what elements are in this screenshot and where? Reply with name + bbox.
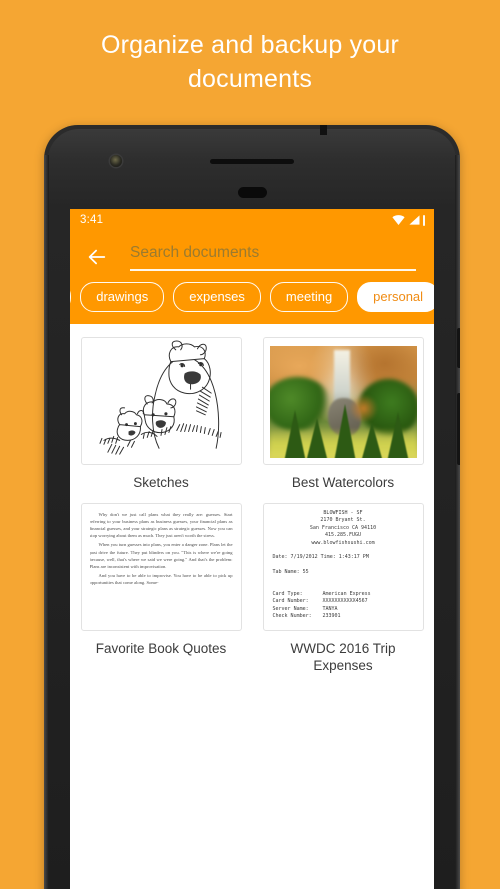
receipt-merchant-name: BLOWFISH - SF [323, 509, 363, 516]
signal-icon [409, 215, 420, 225]
receipt-card-number-label: Card Number: [272, 598, 309, 605]
filter-chip-meeting[interactable]: meeting [269, 281, 349, 312]
search-underline [130, 269, 416, 271]
promo-headline: Organize and backup your documents [0, 28, 500, 96]
receipt-card-type-value: American Express [322, 590, 371, 597]
document-card-sketches[interactable]: Sketches [70, 336, 252, 491]
antenna-band [320, 125, 327, 135]
receipt-website: www.blowfishsushi.com [311, 539, 375, 546]
filter-chip-drawings[interactable]: drawings [80, 281, 165, 312]
back-arrow-icon[interactable] [86, 246, 108, 268]
book-page-paragraph-1: Why don't we just call plans what they r… [89, 511, 233, 539]
watercolor-conifer [306, 417, 329, 458]
phone-right-edge [455, 155, 460, 889]
promo-headline-line2: documents [187, 65, 313, 93]
document-thumbnail-expenses: BLOWFISH - SF 2170 Bryant St. San Franci… [262, 502, 424, 631]
front-camera-icon [110, 155, 122, 167]
phone-mockup: 3:41 e drawin [44, 125, 460, 889]
receipt-phone: 415.285.FUGU [324, 532, 362, 539]
book-page-paragraph-3: And you have to be able to improvise. Yo… [89, 573, 233, 586]
app-bar [70, 231, 434, 271]
scanned-book-page-icon: Why don't we just call plans what they r… [90, 511, 233, 630]
filter-chip-clipped[interactable]: e [70, 281, 72, 312]
document-title-watercolors: Best Watercolors [291, 474, 395, 490]
document-card-book-quotes[interactable]: Why don't we just call plans what they r… [70, 502, 252, 674]
status-bar: 3:41 [70, 209, 434, 231]
receipt-card-type-label: Card Type: [272, 590, 303, 597]
receipt-spacer [273, 562, 414, 569]
receipt-street: 2170 Bryant St. [320, 517, 366, 524]
battery-icon [423, 214, 425, 226]
receipt-tab-name: Tab Name: 55 [272, 569, 309, 576]
status-icons [392, 214, 425, 226]
status-clock: 3:41 [80, 214, 104, 226]
scanned-receipt-icon: BLOWFISH - SF 2170 Bryant St. San Franci… [273, 510, 414, 630]
document-thumbnail-watercolors [262, 336, 424, 465]
filter-chip-expenses[interactable]: expenses [173, 281, 261, 312]
filter-chip-personal[interactable]: personal [357, 281, 434, 312]
receipt-check-label: Check Number: [272, 613, 312, 620]
receipt-date-time: Date: 7/19/2012 Time: 1:43:17 PM [272, 554, 369, 561]
phone-screen: 3:41 e drawin [70, 209, 434, 889]
receipt-spacer [273, 584, 414, 591]
document-title-expenses: WWDC 2016 Trip Expenses [290, 640, 396, 673]
earpiece-speaker [210, 159, 294, 164]
receipt-check-row: Check Number: 233901 [273, 613, 414, 621]
watercolor-conifer [387, 411, 410, 458]
receipt-city: San Francisco CA 94110 [309, 524, 377, 531]
watercolor-waterfall-landscape-icon [269, 345, 417, 458]
receipt-check-value: 233901 [322, 613, 341, 620]
watercolor-conifer [334, 403, 357, 458]
promo-headline-line1: Organize and backup your [100, 31, 400, 59]
receipt-card-number-value: XXXXXXXXXXX4567 [322, 598, 368, 605]
document-card-expenses[interactable]: BLOWFISH - SF 2170 Bryant St. San Franci… [252, 502, 434, 674]
document-title-book-quotes: Favorite Book Quotes [95, 640, 227, 656]
power-button[interactable] [457, 328, 460, 368]
search-input[interactable] [130, 243, 416, 269]
search-field-wrapper [130, 243, 420, 271]
phone-left-edge [44, 155, 49, 889]
receipt-spacer [273, 577, 414, 584]
proximity-sensor [238, 187, 267, 198]
watercolor-conifer [360, 421, 383, 458]
watercolor-conifer [284, 409, 307, 458]
document-title-sketches: Sketches [133, 474, 189, 490]
document-card-watercolors[interactable]: Best Watercolors [252, 336, 434, 491]
receipt-card-number-row: Card Number: XXXXXXXXXXX4567 [273, 598, 414, 606]
document-grid: Sketches Best Watercolors Why don't we j… [70, 323, 434, 674]
book-page-paragraph-2: When you turn guesses into plans, you en… [89, 542, 233, 569]
wifi-icon [392, 215, 405, 225]
receipt-server-label: Server Name: [272, 605, 309, 612]
receipt-spacer [273, 547, 414, 554]
filter-chip-row[interactable]: e drawings expenses meeting personal [70, 270, 434, 324]
document-thumbnail-sketches [80, 336, 242, 465]
receipt-server-row: Server Name: TANYA [273, 606, 414, 614]
volume-button[interactable] [457, 393, 460, 465]
receipt-card-type-row: Card Type: American Express [273, 591, 414, 599]
receipt-server-value: TANYA [322, 605, 338, 612]
pen-sketch-bears-icon [98, 339, 222, 455]
document-thumbnail-book-quotes: Why don't we just call plans what they r… [80, 502, 242, 631]
